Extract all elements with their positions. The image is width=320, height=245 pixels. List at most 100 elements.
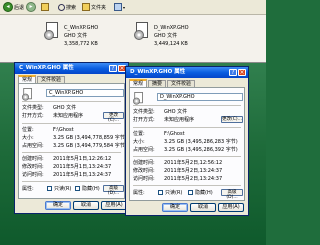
attributes-label: 属性: — [22, 186, 34, 192]
filetype-value: GHO 文件 — [53, 105, 77, 111]
properties-dialog-d: D_WinXP.GHO 属性 ? × 常规 摘要 文件校验 D_WinXP.GH… — [125, 66, 249, 216]
divider — [133, 105, 241, 106]
accessed-value: 2011年5月1日,13:24:37 — [53, 172, 112, 178]
forward-button[interactable]: ▸ — [26, 2, 36, 12]
folders-label: 文件夹 — [91, 4, 107, 11]
forward-arrow-icon: ▸ — [26, 2, 36, 12]
advanced-button[interactable]: 高级(D)... — [103, 185, 124, 196]
divider — [133, 127, 241, 128]
close-button[interactable]: × — [238, 69, 246, 76]
openwith-label: 打开方式: — [22, 113, 44, 119]
folders-button[interactable]: 文件夹 — [82, 2, 106, 12]
location-label: 位置: — [22, 127, 34, 133]
file-type: GHO 文件 — [154, 33, 178, 39]
tab-checksum[interactable]: 文件校验 — [37, 76, 66, 83]
location-value: F:\Ghost — [164, 131, 185, 137]
file-size: 3,358,772 KB — [64, 41, 98, 47]
size-label: 大小: — [22, 135, 34, 141]
size-on-disk-value: 3.25 GB (3,494,779,584 字节) — [53, 143, 127, 149]
accessed-value: 2011年5月2日,13:24:37 — [164, 176, 223, 182]
size-value: 3.25 GB (3,495,286,283 字节) — [164, 139, 238, 145]
change-button[interactable]: 更改(C)... — [221, 116, 243, 123]
back-arrow-icon: ◂ — [3, 2, 13, 12]
back-label: 后退 — [14, 4, 25, 11]
hidden-label: 隐藏(H) — [195, 190, 213, 196]
dialog-title: C_WinXP.GHO 属性 — [19, 65, 74, 71]
divider — [133, 156, 241, 157]
apply-button[interactable]: 应用(A) — [218, 203, 244, 212]
attributes-label: 属性: — [133, 190, 145, 196]
modified-label: 修改时间: — [22, 164, 44, 170]
up-button[interactable] — [41, 2, 49, 12]
readonly-label: 只读(R) — [165, 190, 183, 196]
divider — [22, 152, 121, 153]
size-on-disk-label: 占用空间: — [22, 143, 44, 149]
filename-field[interactable]: C_WinXP.GHO — [46, 89, 124, 97]
filetype-value: GHO 文件 — [164, 109, 188, 115]
accessed-label: 访问时间: — [133, 176, 155, 182]
divider — [133, 185, 241, 186]
created-value: 2011年5月2日,12:56:12 — [164, 160, 223, 166]
views-button[interactable]: ▾ — [114, 2, 125, 12]
readonly-label: 只读(R) — [54, 186, 72, 192]
filetype-label: 文件类型: — [22, 105, 44, 111]
general-panel: D_WinXP.GHO 文件类型: GHO 文件 打开方式: 未知应用程序 更改… — [129, 87, 245, 201]
readonly-checkbox[interactable] — [158, 190, 163, 195]
accessed-label: 访问时间: — [22, 172, 44, 178]
views-icon — [114, 3, 122, 11]
openwith-value: 未知应用程序 — [164, 117, 195, 123]
hidden-checkbox[interactable] — [75, 186, 80, 191]
dialog-title: D_WinXP.GHO 属性 — [130, 69, 186, 75]
change-button[interactable]: 更改(C)... — [103, 112, 124, 123]
ok-button[interactable]: 确定 — [162, 203, 188, 212]
tab-checksum[interactable]: 文件校验 — [167, 80, 196, 87]
readonly-checkbox[interactable] — [47, 186, 52, 191]
help-button[interactable]: ? — [109, 65, 117, 72]
location-value: F:\Ghost — [53, 127, 74, 133]
dialog-titlebar[interactable]: C_WinXP.GHO 属性 ? × — [15, 63, 128, 74]
dialog-titlebar[interactable]: D_WinXP.GHO 属性 ? × — [126, 67, 248, 78]
gho-file-icon — [44, 22, 60, 42]
divider — [22, 181, 121, 182]
openwith-label: 打开方式: — [133, 117, 155, 123]
ok-button[interactable]: 确定 — [45, 201, 71, 210]
size-on-disk-label: 占用空间: — [133, 147, 155, 153]
help-button[interactable]: ? — [229, 69, 237, 76]
apply-button[interactable]: 应用(A) — [101, 201, 127, 210]
advanced-button[interactable]: 高级(D)... — [221, 189, 243, 200]
file-type: GHO 文件 — [64, 33, 88, 39]
filename-field[interactable]: D_WinXP.GHO — [157, 93, 243, 101]
search-icon — [58, 3, 65, 11]
cancel-button[interactable]: 取消 — [73, 201, 99, 210]
cancel-button[interactable]: 取消 — [190, 203, 216, 212]
file-item[interactable]: D_WinXP.GHO GHO 文件 3,449,124 KB — [134, 22, 189, 47]
hidden-label: 隐藏(H) — [82, 186, 100, 192]
created-label: 创建时间: — [22, 156, 44, 162]
up-folder-icon — [41, 3, 49, 11]
file-name: C_WinXP.GHO — [64, 25, 99, 31]
file-size: 3,449,124 KB — [154, 41, 188, 47]
size-value: 3.25 GB (3,494,778,859 字节) — [53, 135, 127, 141]
gho-file-icon — [134, 22, 150, 42]
location-label: 位置: — [133, 131, 145, 137]
modified-value: 2011年5月2日,13:24:37 — [164, 168, 223, 174]
filetype-label: 文件类型: — [133, 109, 155, 115]
general-panel: C_WinXP.GHO 文件类型: GHO 文件 打开方式: 未知应用程序 更改… — [18, 83, 127, 199]
search-button[interactable]: 搜索 — [58, 2, 76, 12]
folder-icon — [82, 3, 90, 11]
created-value: 2011年5月1日,12:26:12 — [53, 156, 112, 162]
size-on-disk-value: 3.25 GB (3,495,286,392 字节) — [164, 147, 238, 153]
properties-dialog-c: C_WinXP.GHO 属性 ? × 常规 文件校验 C_WinXP.GHO 文… — [14, 62, 129, 214]
modified-value: 2011年5月1日,13:24:37 — [53, 164, 112, 170]
hidden-checkbox[interactable] — [188, 190, 193, 195]
openwith-value: 未知应用程序 — [53, 113, 84, 119]
modified-label: 修改时间: — [133, 168, 155, 174]
explorer-window: ◂ 后退 ▸ 搜索 文件夹 ▾ C_WinXP.GHO GHO 文件 3,358… — [0, 0, 266, 63]
gho-file-icon — [133, 92, 144, 106]
back-button[interactable]: ◂ 后退 — [3, 2, 24, 12]
created-label: 创建时间: — [133, 160, 155, 166]
gho-file-icon — [22, 88, 33, 102]
tab-summary[interactable]: 摘要 — [148, 80, 167, 87]
file-item[interactable]: C_WinXP.GHO GHO 文件 3,358,772 KB — [44, 22, 98, 47]
file-name: D_WinXP.GHO — [154, 25, 189, 31]
